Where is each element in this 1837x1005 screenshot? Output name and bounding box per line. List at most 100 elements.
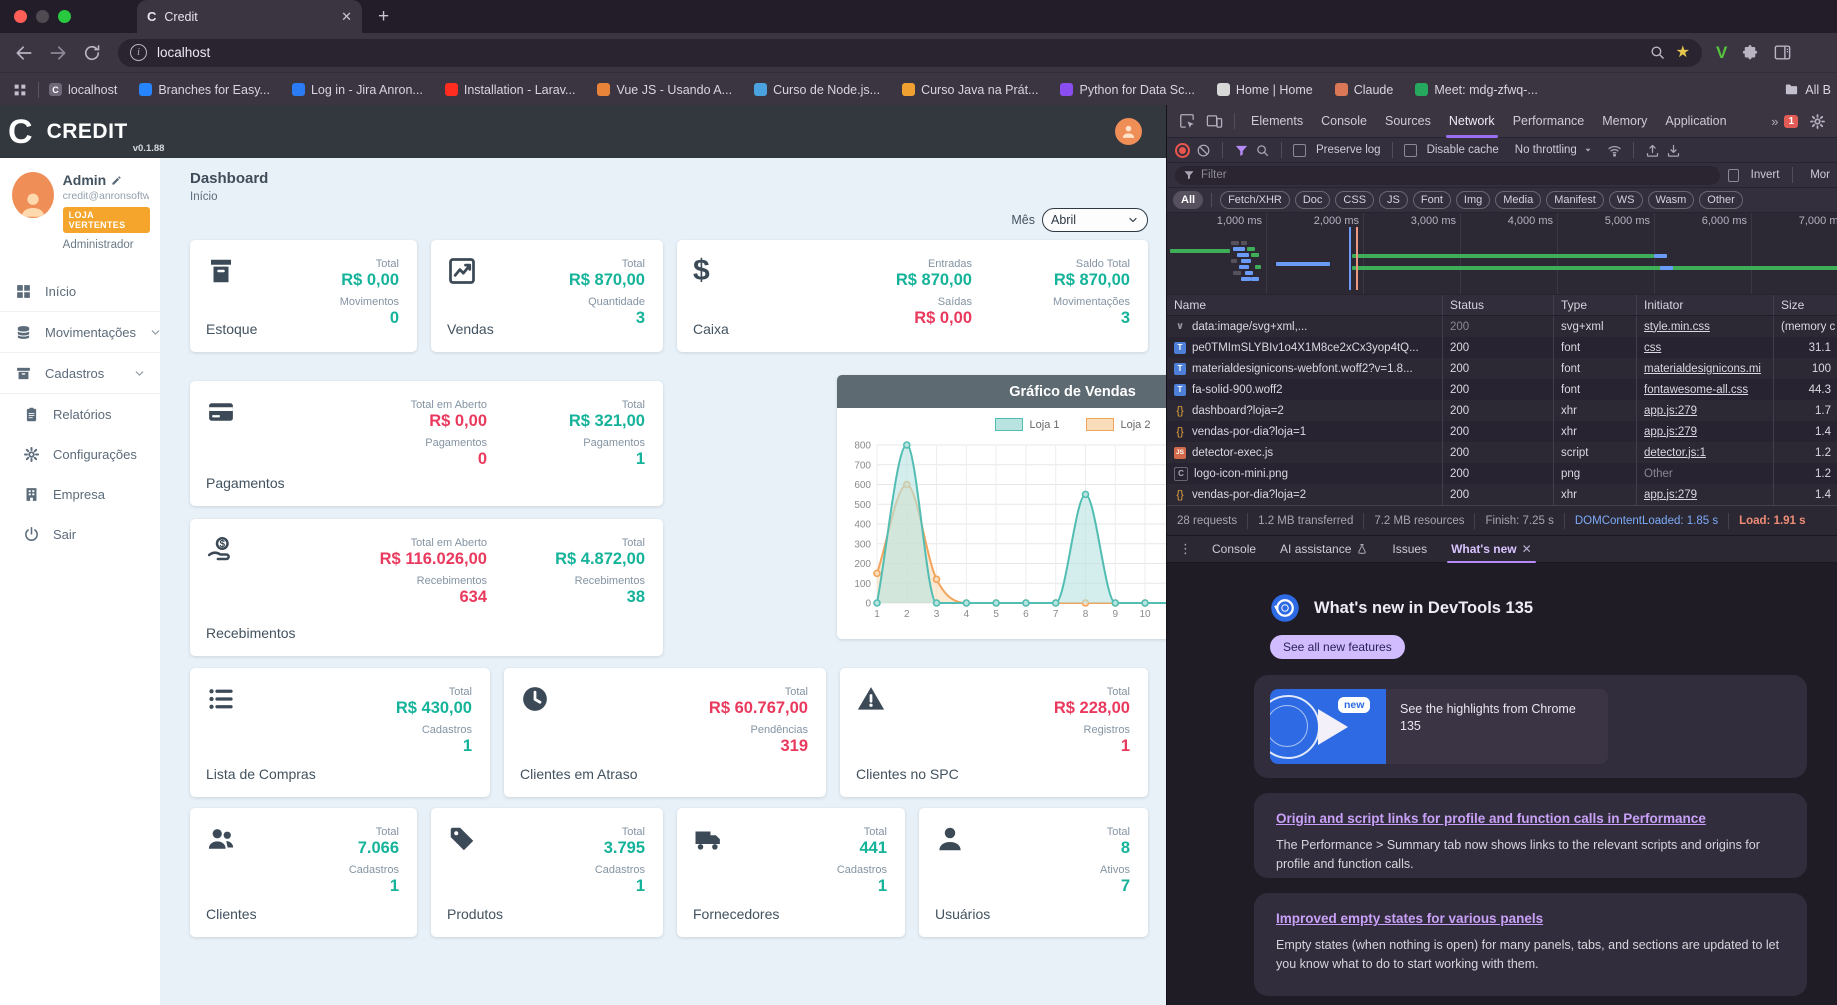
filter-input[interactable]: Filter (1175, 165, 1720, 185)
bookmark-item[interactable]: Home | Home (1216, 83, 1313, 97)
month-select[interactable]: Abril (1042, 208, 1148, 232)
card-estoque[interactable]: Estoque Total R$ 0,00 Movimentos 0 (190, 240, 417, 352)
invert-checkbox[interactable] (1728, 168, 1739, 182)
drawer-tab-console[interactable]: Console (1200, 535, 1268, 563)
request-initiator[interactable]: css (1644, 342, 1661, 354)
drawer-menu-icon[interactable]: ⋮ (1179, 541, 1192, 557)
column-header-name[interactable]: Name (1167, 295, 1443, 315)
request-initiator[interactable]: detector.js:1 (1644, 447, 1706, 459)
search-network-icon[interactable] (1255, 143, 1270, 158)
bookmark-star-icon[interactable]: ★ (1676, 44, 1690, 61)
devtools-tab-elements[interactable]: Elements (1242, 105, 1312, 138)
bookmark-item[interactable]: Curso de Node.js... (754, 83, 880, 97)
error-count-badge[interactable]: 1 (1784, 114, 1798, 128)
device-toolbar-icon[interactable] (1206, 113, 1223, 130)
bookmark-item[interactable]: Curso Java na Prát... (902, 83, 1038, 97)
card-vendas[interactable]: Vendas Total R$ 870,00 Quantidade 3 (431, 240, 663, 352)
see-all-features-button[interactable]: See all new features (1270, 635, 1405, 659)
highlight-video-card[interactable]: new See the highlights from Chrome 135 (1254, 675, 1807, 778)
request-name[interactable]: data:image/svg+xml,... (1192, 321, 1307, 333)
export-har-icon[interactable] (1666, 143, 1681, 158)
zoom-window-button[interactable] (58, 10, 71, 23)
address-bar[interactable]: i localhost ★ (118, 38, 1702, 67)
column-header-initiator[interactable]: Initiator (1637, 295, 1774, 315)
all-bookmarks-button[interactable]: All B (1776, 73, 1831, 106)
card-caixa[interactable]: $ Caixa Entradas R$ 870,00 Saídas R$ 0,00 S… (677, 240, 1148, 352)
close-window-button[interactable] (14, 10, 27, 23)
sidebar-item-sair[interactable]: Sair (0, 514, 160, 554)
disclosure-chevron-icon[interactable]: ∨ (1174, 321, 1186, 333)
url-text[interactable]: localhost (157, 45, 1639, 60)
request-name[interactable]: fa-solid-900.woff2 (1192, 384, 1283, 396)
devtools-tab-network[interactable]: Network (1440, 105, 1504, 138)
drawer-tab-issues[interactable]: Issues (1380, 535, 1439, 563)
devtools-tab-performance[interactable]: Performance (1504, 105, 1594, 138)
request-initiator[interactable]: fontawesome-all.css (1644, 384, 1748, 396)
request-name[interactable]: pe0TMImSLYBIv1o4X1M8ce2xCx3yop4tQ... (1192, 342, 1419, 354)
tab-close-icon[interactable]: ✕ (341, 9, 352, 25)
column-header-status[interactable]: Status (1443, 295, 1554, 315)
filter-chip-other[interactable]: Other (1699, 191, 1743, 209)
bookmark-item[interactable]: C localhost (49, 83, 117, 97)
drawer-tab-whatsnew[interactable]: What's new ✕ (1439, 535, 1544, 563)
throttling-select[interactable]: No throttling (1515, 144, 1577, 156)
more-tabs-icon[interactable]: » (1771, 114, 1778, 129)
network-conditions-icon[interactable] (1607, 143, 1622, 158)
network-request-row[interactable]: Tfa-solid-900.woff2 200 font fontawesome… (1167, 379, 1837, 400)
whats-new-link[interactable]: Origin and script links for profile and … (1276, 811, 1785, 826)
network-request-row[interactable]: Clogo-icon-mini.png 200 png Other 1.2 (1167, 463, 1837, 484)
search-icon[interactable] (1649, 44, 1666, 61)
user-avatar[interactable] (1115, 118, 1142, 145)
filter-chip-media[interactable]: Media (1495, 191, 1542, 209)
request-initiator[interactable]: style.min.css (1644, 321, 1710, 333)
network-request-row[interactable]: {} dashboard?loja=2 200 xhr app.js:279 1.… (1167, 400, 1837, 421)
back-icon[interactable] (14, 43, 34, 63)
card-lista-de-compras[interactable]: Lista de Compras Total R$ 430,00 Cadastro… (190, 668, 490, 797)
edit-pencil-icon[interactable] (111, 175, 122, 186)
site-info-icon[interactable]: i (130, 44, 147, 61)
apps-grid-icon[interactable] (12, 82, 28, 98)
filter-chip-ws[interactable]: WS (1608, 191, 1643, 209)
bookmark-item[interactable]: Python for Data Sc... (1060, 83, 1195, 97)
filter-chip-wasm[interactable]: Wasm (1647, 191, 1695, 209)
filter-funnel-icon[interactable] (1234, 143, 1249, 158)
minimize-window-button[interactable] (36, 10, 49, 23)
reload-icon[interactable] (82, 43, 102, 63)
request-initiator[interactable]: app.js:279 (1644, 489, 1697, 501)
disable-cache-checkbox[interactable] (1403, 143, 1417, 157)
sidebar-item-empresa[interactable]: Empresa (0, 474, 160, 514)
legend-item[interactable]: Loja 2 (1085, 418, 1150, 431)
card-clientes[interactable]: Clientes Total 7.066 Cadastros 1 (190, 808, 417, 937)
card-usuarios[interactable]: Usuários Total 8 Ativos 7 (919, 808, 1148, 937)
filter-chip-css[interactable]: CSS (1335, 191, 1375, 209)
request-name[interactable]: detector-exec.js (1192, 447, 1273, 459)
whats-new-link[interactable]: Improved empty states for various panels (1276, 911, 1785, 926)
network-request-row[interactable]: {} vendas-por-dia?loja=1 200 xhr app.js:2… (1167, 421, 1837, 442)
profile-avatar[interactable] (12, 172, 54, 218)
filter-chip-js[interactable]: JS (1379, 191, 1408, 209)
request-initiator[interactable]: materialdesignicons.mi (1644, 363, 1761, 375)
close-icon[interactable]: ✕ (1522, 542, 1532, 556)
request-name[interactable]: materialdesignicons-webfont.woff2?v=1.8.… (1192, 363, 1413, 375)
bookmark-item[interactable]: Log in - Jira Anron... (291, 83, 423, 97)
sidebar-item-relatorios[interactable]: Relatórios (0, 393, 160, 434)
settings-gear-icon[interactable] (1809, 113, 1826, 130)
filter-chip-font[interactable]: Font (1412, 191, 1451, 209)
bookmark-item[interactable]: Claude (1334, 83, 1393, 97)
network-request-row[interactable]: {} vendas-por-dia?loja=2 200 xhr app.js:2… (1167, 484, 1837, 505)
import-har-icon[interactable] (1645, 143, 1660, 158)
clear-network-icon[interactable] (1196, 143, 1211, 158)
card-produtos[interactable]: Produtos Total 3.795 Cadastros 1 (431, 808, 663, 937)
preserve-log-checkbox[interactable] (1293, 143, 1306, 157)
card-pagamentos[interactable]: Pagamentos Total em Aberto R$ 0,00 Pagame… (190, 381, 663, 506)
extensions-puzzle-icon[interactable] (1741, 44, 1759, 62)
play-icon[interactable] (1318, 709, 1348, 745)
devtools-tab-sources[interactable]: Sources (1376, 105, 1440, 138)
filter-chip-img[interactable]: Img (1455, 191, 1491, 209)
sidebar-item-inicio[interactable]: Início (0, 271, 160, 311)
card-recebimentos[interactable]: $ Recebimentos Total em Aberto R$ 116.026… (190, 519, 663, 656)
network-request-row[interactable]: ∨ data:image/svg+xml,... 200 svg+xml styl… (1167, 316, 1837, 337)
browser-tab[interactable]: C Credit ✕ (137, 0, 362, 33)
column-header-type[interactable]: Type (1554, 295, 1637, 315)
new-tab-button[interactable]: + (378, 6, 389, 28)
